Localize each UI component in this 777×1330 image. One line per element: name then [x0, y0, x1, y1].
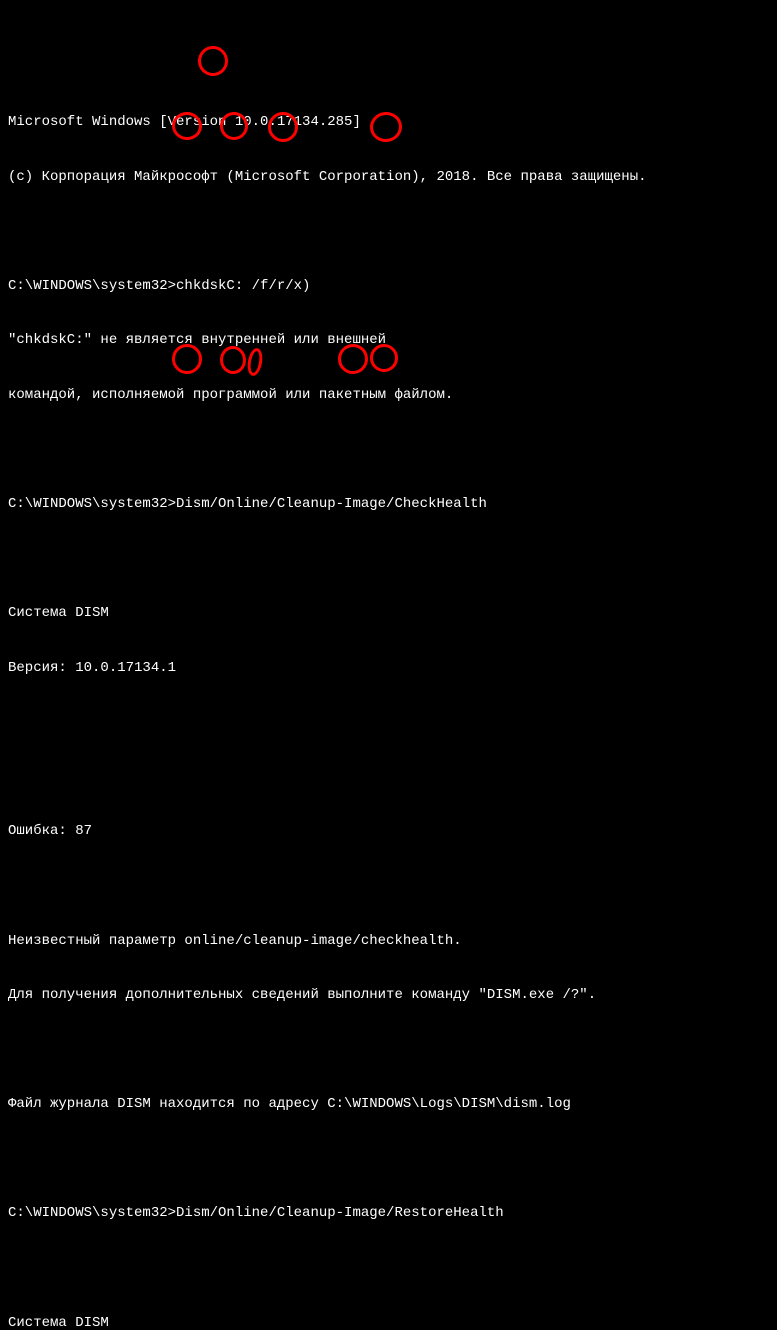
- annotation-circle: [196, 44, 231, 79]
- terminal-line: C:\WINDOWS\system32>Dism/Online/Cleanup-…: [8, 495, 769, 513]
- terminal-line: [8, 1150, 769, 1168]
- terminal-line: Версия: 10.0.17134.1: [8, 659, 769, 677]
- terminal-line: Для получения дополнительных сведений вы…: [8, 986, 769, 1004]
- terminal-line: Ошибка: 87: [8, 822, 769, 840]
- terminal-line: Cистема DISM: [8, 1314, 769, 1330]
- terminal-line: [8, 441, 769, 459]
- terminal-line: "chkdskC:" не является внутренней или вн…: [8, 331, 769, 349]
- terminal-line: [8, 1259, 769, 1277]
- terminal-line: Файл журнала DISM находится по адресу C:…: [8, 1095, 769, 1113]
- terminal-line: Cистема DISM: [8, 604, 769, 622]
- terminal-line: командой, исполняемой программой или пак…: [8, 386, 769, 404]
- terminal-line: [8, 550, 769, 568]
- terminal-line: Microsoft Windows [Version 10.0.17134.28…: [8, 113, 769, 131]
- terminal-line: (c) Корпорация Майкрософт (Microsoft Cor…: [8, 168, 769, 186]
- terminal-line: C:\WINDOWS\system32>chkdskC: /f/r/x): [8, 277, 769, 295]
- terminal-line: [8, 1041, 769, 1059]
- terminal-line: [8, 222, 769, 240]
- terminal-line: Неизвестный параметр online/cleanup-imag…: [8, 932, 769, 950]
- cmd-terminal[interactable]: Microsoft Windows [Version 10.0.17134.28…: [8, 77, 769, 1330]
- terminal-line: [8, 713, 769, 731]
- terminal-line: C:\WINDOWS\system32>Dism/Online/Cleanup-…: [8, 1204, 769, 1222]
- terminal-line: [8, 768, 769, 786]
- terminal-line: [8, 877, 769, 895]
